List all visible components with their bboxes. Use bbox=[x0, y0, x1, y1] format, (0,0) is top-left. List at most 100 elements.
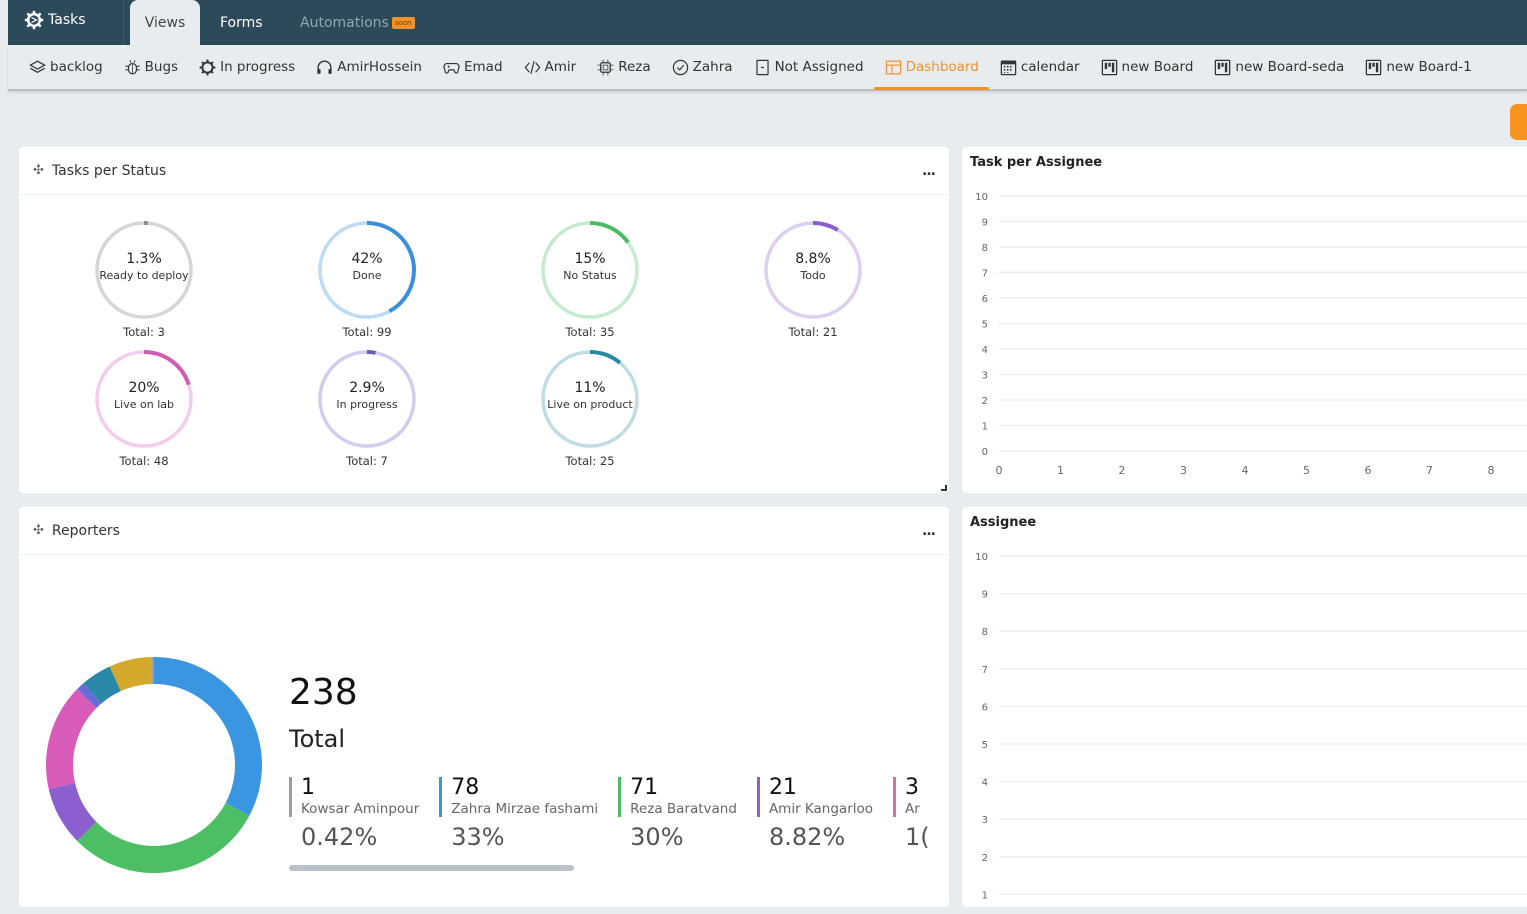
app-title[interactable]: Tasks bbox=[24, 10, 86, 30]
reporter-percent: 33% bbox=[451, 823, 505, 851]
status-percent: 20% bbox=[128, 380, 160, 396]
move-icon[interactable]: ✣ bbox=[33, 163, 44, 178]
status-total: Total: 35 bbox=[565, 325, 615, 339]
view-tab-amir[interactable]: Amir bbox=[513, 45, 587, 89]
y-tick-label: 5 bbox=[982, 320, 988, 331]
board-icon bbox=[1366, 59, 1382, 75]
reporter-item[interactable]: 1 Kowsar Aminpour 0.42% bbox=[289, 775, 419, 865]
status-label: Ready to deploy bbox=[99, 269, 189, 282]
y-tick-label: 3 bbox=[982, 371, 988, 382]
views-bar: backlog Bugs In progress AmirHossein Emad Ami… bbox=[8, 45, 1527, 91]
reporter-count: 78 bbox=[451, 775, 480, 800]
status-ring[interactable]: 8.8% Todo Total: 21 bbox=[753, 219, 873, 339]
reporter-percent: 8.82% bbox=[768, 823, 846, 851]
view-tab-label: calendar bbox=[1020, 59, 1080, 75]
view-tab-zahra[interactable]: Zahra bbox=[661, 45, 743, 89]
task-per-assignee-chart: 0 1 2 3 4 5 6 7 8 9 10 0 1 2 3 4 5 6 7 8 bbox=[975, 192, 1527, 477]
status-percent: 42% bbox=[351, 251, 383, 267]
divider bbox=[123, 0, 124, 45]
reporter-item[interactable]: 71 Reza Baratvand 30% bbox=[618, 775, 737, 865]
move-icon[interactable]: ✣ bbox=[33, 523, 44, 538]
gamepad-icon bbox=[443, 62, 460, 74]
reporters-donut-chart bbox=[46, 657, 262, 873]
view-tab-new-board-1[interactable]: new Board-1 bbox=[1354, 45, 1481, 89]
more-options-button[interactable]: ... bbox=[922, 523, 936, 539]
view-tab-label: In progress bbox=[220, 59, 296, 75]
y-tick-label: 3 bbox=[982, 815, 988, 826]
bug-icon bbox=[124, 59, 140, 74]
reporters-card: ✣ Reporters ... 238 Total 1 Kowsar Aminp… bbox=[19, 507, 949, 907]
status-percent: 8.8% bbox=[795, 251, 831, 267]
donut-slice[interactable] bbox=[154, 657, 262, 816]
status-percent: 15% bbox=[574, 251, 606, 267]
reporter-color-bar bbox=[439, 777, 443, 817]
donut-slice[interactable] bbox=[77, 803, 250, 873]
view-tab-amirhossein[interactable]: AmirHossein bbox=[305, 45, 432, 89]
tab-forms[interactable]: Forms bbox=[204, 0, 279, 45]
x-tick-label: 5 bbox=[1303, 464, 1310, 477]
reporter-color-bar bbox=[893, 777, 897, 817]
reporter-name: Amir Kangarloo bbox=[768, 801, 874, 817]
more-options-button[interactable]: ... bbox=[922, 163, 936, 179]
tab-views[interactable]: Views bbox=[130, 0, 200, 45]
code-icon bbox=[524, 60, 540, 74]
status-ring[interactable]: 11% Live on product Total: 25 bbox=[530, 348, 650, 468]
resize-handle[interactable] bbox=[941, 485, 947, 491]
view-tab-backlog[interactable]: backlog bbox=[18, 45, 113, 89]
y-tick-label: 0 bbox=[982, 447, 988, 458]
x-tick-label: 4 bbox=[1242, 464, 1249, 477]
card-header: ✣ Tasks per Status ... bbox=[19, 147, 949, 195]
reporter-count: 1 bbox=[301, 775, 315, 800]
reporter-item[interactable]: 78 Zahra Mirzae fashami 33% bbox=[439, 775, 598, 865]
status-label: Todo bbox=[800, 269, 826, 282]
status-ring[interactable]: 42% Done Total: 99 bbox=[307, 219, 427, 339]
view-tab-label: backlog bbox=[50, 59, 103, 75]
view-tab-calendar[interactable]: calendar bbox=[989, 45, 1090, 89]
board-icon bbox=[1101, 59, 1117, 75]
y-tick-label: 4 bbox=[982, 778, 988, 789]
reporter-name: Ar bbox=[905, 801, 920, 817]
status-total: Total: 48 bbox=[119, 454, 169, 468]
view-tab-emad[interactable]: Emad bbox=[432, 45, 513, 89]
reporter-color-bar bbox=[618, 777, 622, 817]
status-percent: 2.9% bbox=[349, 380, 385, 396]
view-tab-new-board-seda[interactable]: new Board-seda bbox=[1203, 45, 1354, 89]
status-ring[interactable]: 2.9% In progress Total: 7 bbox=[307, 348, 427, 468]
view-tab-new-board[interactable]: new Board bbox=[1090, 45, 1204, 89]
add-widget-button[interactable] bbox=[1510, 104, 1527, 140]
view-tab-reza[interactable]: Reza bbox=[586, 45, 660, 89]
view-tab-label: AmirHossein bbox=[337, 59, 422, 75]
board-icon bbox=[1215, 59, 1231, 75]
top-bar: Tasks Views Forms Automations soon bbox=[8, 0, 1527, 45]
y-tick-label: 6 bbox=[982, 702, 988, 713]
tab-automations[interactable]: Automations soon bbox=[284, 0, 431, 45]
reporter-count: 71 bbox=[630, 775, 659, 800]
view-tab-not-assigned[interactable]: Not Assigned bbox=[743, 45, 874, 89]
status-ring[interactable]: 1.3% Ready to deploy Total: 3 bbox=[84, 219, 204, 339]
view-tab-label: new Board-1 bbox=[1386, 59, 1472, 75]
status-total: Total: 25 bbox=[565, 454, 615, 468]
gear-icon bbox=[199, 59, 216, 75]
view-tab-dashboard[interactable]: Dashboard bbox=[873, 45, 990, 90]
document-icon bbox=[755, 59, 769, 75]
view-tab-label: Dashboard bbox=[905, 59, 979, 75]
reporter-item[interactable]: 21 Amir Kangarloo 8.82% bbox=[756, 775, 874, 865]
app-title-label: Tasks bbox=[48, 12, 86, 28]
x-tick-label: 8 bbox=[1488, 464, 1495, 477]
y-tick-label: 7 bbox=[982, 269, 988, 280]
status-total: Total: 21 bbox=[788, 325, 838, 339]
view-tab-in-progress[interactable]: In progress bbox=[188, 45, 305, 89]
y-tick-label: 9 bbox=[982, 590, 988, 601]
reporters-list: 1 Kowsar Aminpour 0.42% 78 Zahra Mirzae … bbox=[289, 775, 931, 865]
horizontal-scrollbar[interactable] bbox=[289, 865, 574, 871]
view-tab-label: new Board-seda bbox=[1235, 59, 1345, 75]
status-total: Total: 99 bbox=[342, 325, 392, 339]
reporter-item[interactable]: 3 Ar 1( bbox=[893, 775, 930, 865]
status-ring[interactable]: 15% No Status Total: 35 bbox=[530, 219, 650, 339]
reporter-percent: 0.42% bbox=[301, 823, 378, 851]
reporter-count: 21 bbox=[768, 775, 797, 800]
view-tab-bugs[interactable]: Bugs bbox=[113, 45, 188, 89]
status-ring[interactable]: 20% Live on lab Total: 48 bbox=[84, 348, 204, 468]
y-tick-label: 7 bbox=[982, 665, 988, 676]
donut-slice[interactable] bbox=[46, 689, 97, 790]
